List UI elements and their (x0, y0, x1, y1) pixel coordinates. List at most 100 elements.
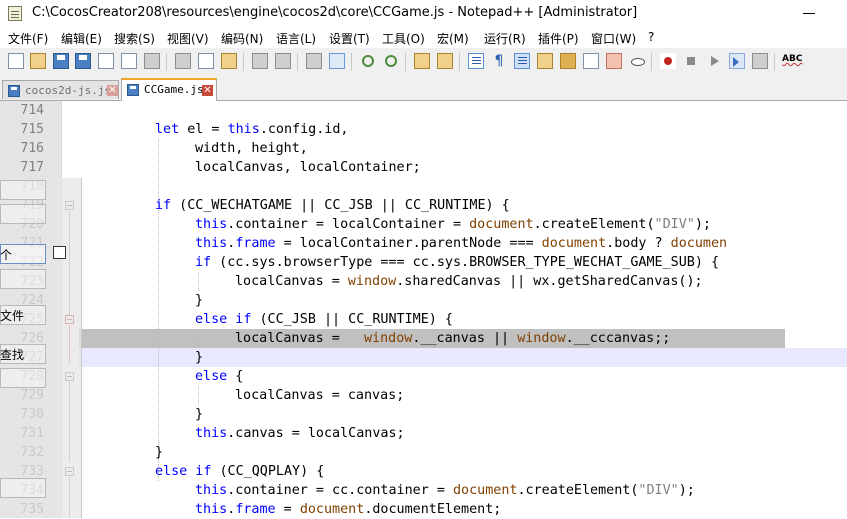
code-token: document (541, 236, 607, 251)
toolbar-separator (405, 53, 406, 71)
copy-icon[interactable] (198, 53, 214, 69)
code-token: document (299, 502, 365, 517)
code-token: this (195, 502, 228, 517)
sync-horizontal-icon[interactable] (437, 53, 453, 69)
menu-macro[interactable]: 宏(M) (437, 30, 469, 47)
print-icon[interactable] (144, 53, 160, 69)
code-token: document (469, 217, 534, 232)
code-editor[interactable]: let el = this.config.id, width, height, lo… (79, 101, 847, 518)
save-all-icon[interactable] (75, 53, 91, 69)
tab-cocos2d-js[interactable]: cocos2d-js.js ✕ (2, 80, 119, 99)
saved-disk-icon (8, 85, 20, 97)
tab-ccgame[interactable]: CCGame.js ✕ (121, 78, 217, 101)
code-token: "DIV" (638, 483, 679, 498)
line-number: 714 (20, 103, 44, 118)
code-line: } (155, 443, 163, 462)
menu-run[interactable]: 运行(R) (484, 30, 526, 47)
code-line: if (CC_WECHATGAME || CC_JSB || CC_RUNTIM… (155, 196, 510, 215)
close-tab-icon[interactable]: ✕ (202, 85, 213, 96)
code-line: } (195, 291, 203, 310)
sync-vertical-icon[interactable] (414, 53, 430, 69)
run-macro-multiple-icon[interactable] (729, 53, 745, 69)
open-file-icon[interactable] (30, 53, 46, 69)
paste-icon[interactable] (221, 53, 237, 69)
overlay-label: 个 (0, 248, 13, 262)
code-token: } (195, 407, 204, 422)
indent-guide (198, 272, 199, 291)
menu-file[interactable]: 文件(F) (8, 30, 48, 47)
code-token: { (227, 369, 244, 384)
menu-help[interactable]: ? (648, 30, 654, 44)
tab-label: cocos2d-js.js (25, 84, 112, 97)
stop-recording-icon[interactable] (683, 53, 699, 69)
zoom-out-icon[interactable] (385, 55, 397, 67)
document-map-icon[interactable] (560, 53, 576, 69)
overlay-checkbox[interactable] (53, 246, 66, 259)
replace-icon[interactable] (329, 53, 345, 69)
spell-check-icon[interactable]: ABC (782, 54, 802, 70)
code-line: let el = this.config.id, (155, 120, 349, 139)
line-number: 716 (20, 141, 44, 156)
code-line: else if (CC_QQPLAY) { (155, 462, 324, 481)
overlay-field[interactable] (0, 269, 46, 289)
code-line: localCanvas = window.sharedCanvas || wx.… (235, 272, 703, 291)
menu-language[interactable]: 语言(L) (276, 30, 316, 47)
new-file-icon[interactable] (8, 53, 24, 69)
code-token: .__canvas || (412, 331, 518, 346)
code-token: (cc.sys.browserType === cc.sys.BROWSER_T… (211, 255, 720, 270)
save-macro-icon[interactable] (752, 53, 768, 69)
code-token: documen (670, 236, 728, 251)
redo-icon[interactable] (275, 53, 291, 69)
word-wrap-icon[interactable] (468, 53, 484, 69)
save-icon[interactable] (53, 53, 69, 69)
code-token: this (195, 483, 228, 498)
code-token: .container = localContainer = (227, 217, 470, 232)
overlay-field[interactable] (0, 368, 46, 388)
menu-window[interactable]: 窗口(W) (591, 30, 636, 47)
code-token: = localContainer.parentNode === (275, 236, 542, 251)
code-token: (CC_QQPLAY) { (211, 464, 325, 479)
overlay-field[interactable] (0, 204, 46, 224)
code-token: .config.id, (259, 122, 349, 137)
zoom-in-icon[interactable] (362, 55, 374, 67)
code-token: (CC_WECHATGAME || CC_JSB || CC_RUNTIME) … (171, 198, 510, 213)
toolbar-separator (774, 53, 775, 71)
menu-tools[interactable]: 工具(O) (382, 30, 425, 47)
menu-edit[interactable]: 编辑(E) (61, 30, 102, 47)
menu-plugins[interactable]: 插件(P) (538, 30, 579, 47)
minimize-button[interactable] (796, 0, 826, 28)
indent-guide-icon[interactable] (514, 53, 530, 69)
function-list-icon[interactable] (583, 53, 599, 69)
title-bar: C:\CocosCreator208\resources\engine\coco… (0, 0, 847, 28)
cut-icon[interactable] (175, 53, 191, 69)
code-token: localCanvas, localContainer; (195, 160, 421, 175)
code-line: width, height, (195, 139, 308, 158)
line-number: 717 (20, 160, 44, 175)
overlay-field[interactable] (0, 478, 46, 498)
code-token: if (195, 255, 212, 270)
code-token: (CC_JSB || CC_RUNTIME) { (251, 312, 453, 327)
code-token: width, height, (195, 141, 308, 156)
code-line: localCanvas = canvas; (235, 386, 404, 405)
code-token: } (195, 293, 204, 308)
find-icon[interactable] (306, 53, 322, 69)
playback-icon[interactable] (706, 53, 722, 69)
code-token: this (195, 217, 228, 232)
menu-encoding[interactable]: 编码(N) (221, 30, 263, 47)
record-macro-icon[interactable] (660, 53, 676, 69)
show-all-characters-icon[interactable]: ¶ (491, 53, 507, 69)
close-icon[interactable] (98, 53, 114, 69)
folder-workspace-icon[interactable] (606, 53, 622, 69)
menu-search[interactable]: 搜索(S) (114, 30, 155, 47)
code-line: else if (CC_JSB || CC_RUNTIME) { (195, 310, 453, 329)
menu-settings[interactable]: 设置(T) (329, 30, 370, 47)
monitoring-icon[interactable] (629, 53, 645, 69)
overlay-field[interactable] (0, 180, 46, 200)
user-language-icon[interactable] (537, 53, 553, 69)
close-tab-icon[interactable]: ✕ (107, 85, 118, 96)
undo-icon[interactable] (252, 53, 268, 69)
menu-view[interactable]: 视图(V) (167, 30, 209, 47)
close-all-icon[interactable] (121, 53, 137, 69)
code-token: "DIV" (654, 217, 695, 232)
code-token: .__cccanvas;; (565, 331, 671, 346)
